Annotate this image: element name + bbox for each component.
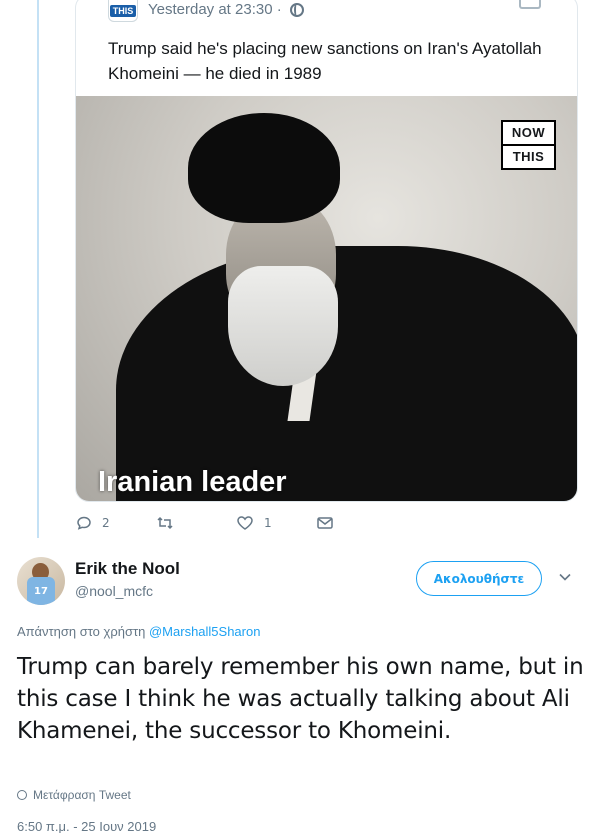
chevron-down-icon[interactable]: [558, 570, 572, 584]
reply-icon: [77, 516, 91, 530]
like-icon: [237, 516, 253, 530]
thread-line: [37, 0, 39, 538]
embedded-logo: THIS: [109, 5, 137, 17]
photo-robe: [116, 246, 577, 501]
tweet-text: Trump can barely remember his own name, …: [17, 654, 584, 744]
avatar-jersey: 17: [27, 577, 55, 605]
photo-beard: [228, 266, 338, 386]
embedded-video-thumbnail[interactable]: NOW THIS Iranian leader: [76, 96, 577, 501]
message-action[interactable]: [316, 515, 334, 531]
globe-icon: [17, 790, 27, 800]
follow-button[interactable]: Ακολουθήστε: [416, 561, 542, 596]
retweet-icon: [157, 516, 173, 530]
globe-icon: [289, 2, 304, 17]
tweet-timestamp[interactable]: 6:50 π.μ. - 25 Ιουν 2019: [17, 819, 156, 833]
nowthis-logo-bottom: THIS: [503, 144, 554, 168]
embedded-post-text: Trump said he's placing new sanctions on…: [108, 39, 542, 83]
translate-tweet-link[interactable]: Μετάφραση Tweet: [17, 788, 131, 802]
embedded-post-header: THIS Yesterday at 23:30 ·: [108, 0, 304, 23]
user-handle[interactable]: @nool_mcfc: [75, 583, 153, 599]
nowthis-logo: NOW THIS: [501, 120, 556, 170]
reply-context: Απάντηση στο χρήστη @Marshall5Sharon: [17, 624, 260, 639]
reply-count: 2: [102, 516, 110, 530]
embedded-avatar[interactable]: THIS: [108, 0, 138, 22]
display-name[interactable]: Erik the Nool: [75, 559, 180, 579]
reply-context-prefix: Απάντηση στο χρήστη: [17, 624, 146, 639]
like-count: 1: [264, 516, 272, 530]
embedded-post-card[interactable]: THIS Yesterday at 23:30 · Trump said he'…: [75, 0, 578, 502]
like-action[interactable]: 1: [236, 515, 272, 531]
retweet-action[interactable]: [156, 515, 184, 531]
reply-action[interactable]: 2: [76, 515, 110, 531]
avatar[interactable]: 17: [17, 557, 65, 605]
thumbs-up-icon[interactable]: [519, 0, 541, 9]
embedded-time-text: Yesterday at 23:30 ·: [148, 0, 282, 18]
reply-mention-link[interactable]: @Marshall5Sharon: [149, 624, 260, 639]
video-caption: Iranian leader: [98, 466, 287, 498]
nowthis-logo-top: NOW: [511, 125, 546, 140]
translate-label: Μετάφραση Tweet: [33, 788, 131, 802]
embedded-timestamp[interactable]: Yesterday at 23:30 ·: [148, 1, 304, 18]
photo-turban: [188, 113, 340, 223]
embedded-action-bar: 2 1: [76, 515, 356, 537]
message-icon: [317, 517, 333, 529]
